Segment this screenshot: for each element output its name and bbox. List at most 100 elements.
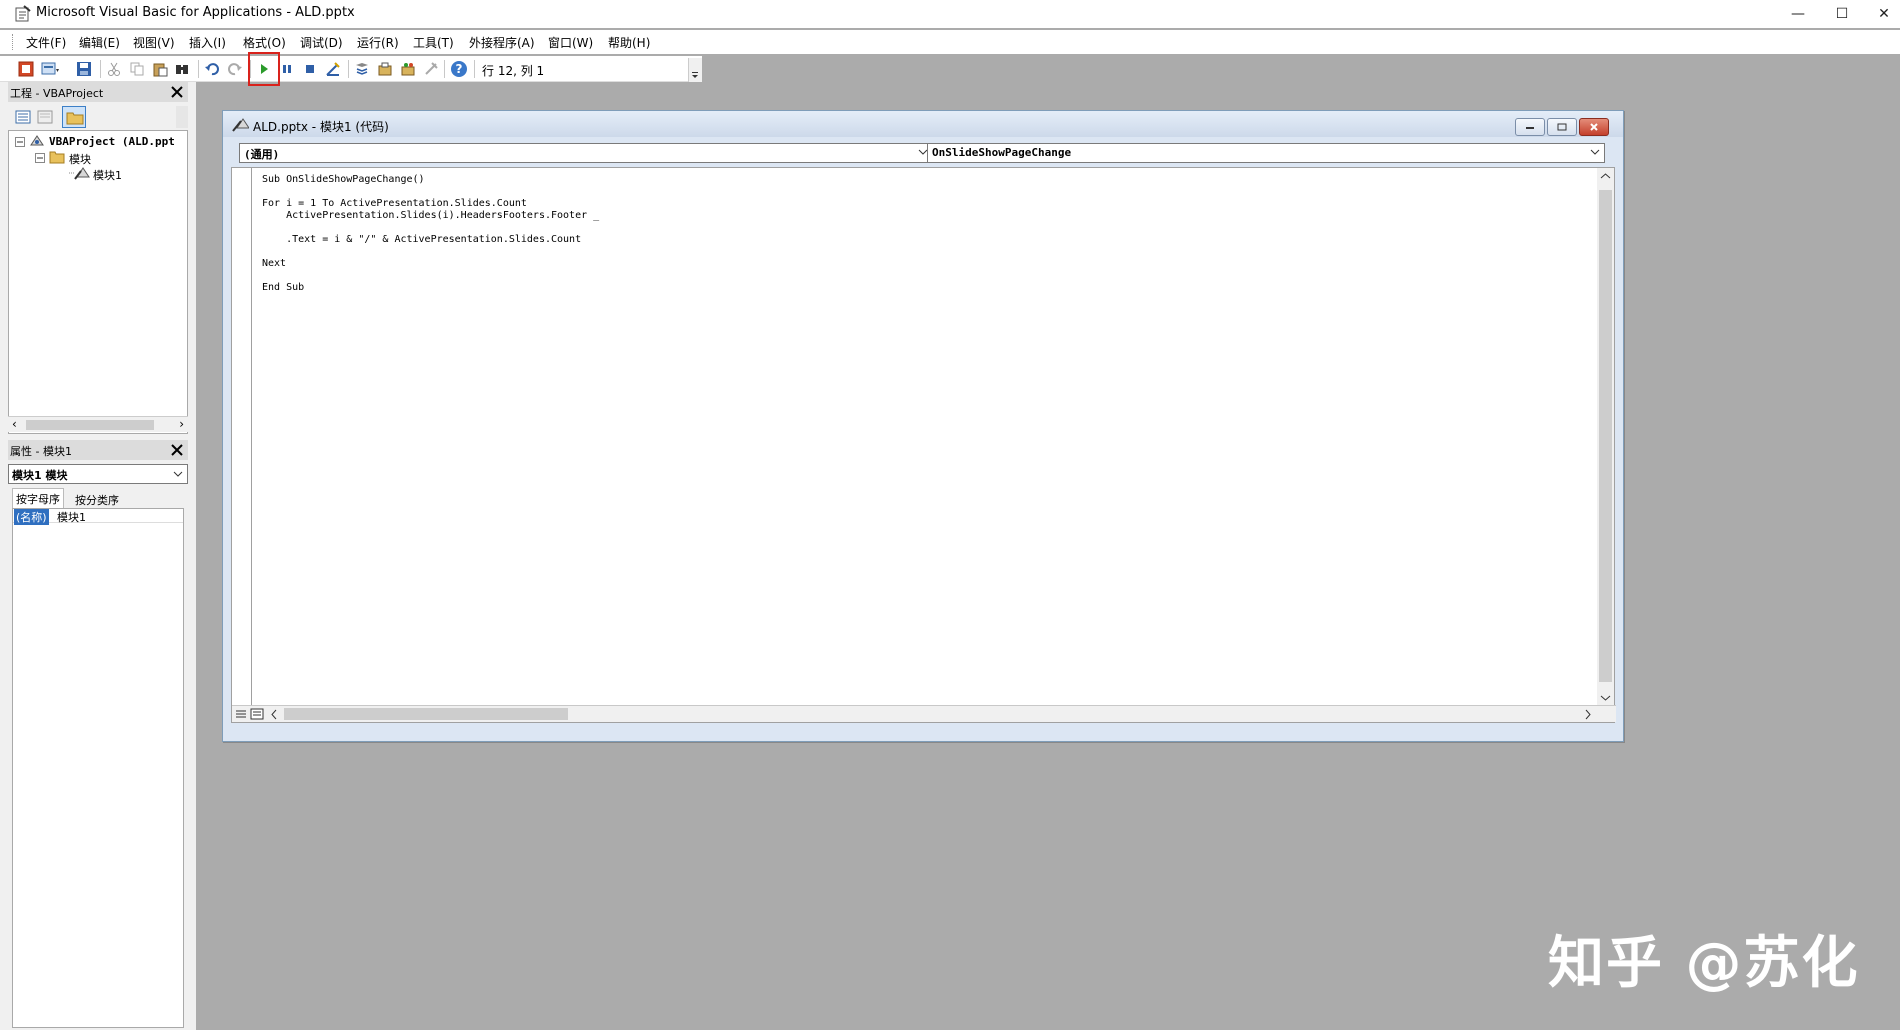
procedure-view-icon[interactable] — [234, 708, 248, 720]
cursor-position-readout: 行 12, 列 1 — [482, 64, 545, 78]
help-icon[interactable]: ? — [449, 59, 469, 79]
menu-file[interactable]: 文件(F) — [26, 34, 66, 51]
code-line[interactable]: End Sub — [262, 282, 304, 293]
full-module-view-icon[interactable] — [250, 708, 264, 720]
object-dropdown-value: (通用) — [244, 148, 280, 161]
menu-format[interactable]: 格式(O) — [243, 34, 286, 51]
pane-toolbar-overflow[interactable] — [176, 106, 188, 128]
property-row[interactable]: (名称) 模块1 — [13, 509, 183, 525]
scroll-right-icon[interactable]: › — [179, 417, 184, 431]
project-pane-title: 工程 - VBAProject — [10, 87, 104, 100]
tab-categorized-label: 按分类序 — [75, 494, 119, 507]
scroll-thumb[interactable] — [1599, 190, 1612, 682]
menu-grip[interactable] — [12, 34, 15, 50]
menu-run[interactable]: 运行(R) — [357, 34, 399, 51]
save-icon[interactable] — [74, 59, 94, 79]
break-icon[interactable] — [277, 59, 297, 79]
menu-insert[interactable]: 插入(I) — [189, 34, 226, 51]
tab-alphabetic-label: 按字母序 — [16, 493, 60, 506]
menu-addins[interactable]: 外接程序(A) — [469, 34, 535, 51]
collapse-icon[interactable] — [15, 137, 25, 147]
code-horizontal-scrollbar[interactable] — [232, 705, 1616, 722]
code-window-restore-button[interactable] — [1547, 118, 1577, 136]
view-code-icon[interactable] — [14, 108, 32, 126]
view-object-icon[interactable] — [36, 108, 54, 126]
scroll-thumb[interactable] — [26, 420, 154, 430]
scroll-down-icon[interactable] — [1600, 694, 1611, 702]
maximize-button[interactable]: ☐ — [1820, 0, 1864, 28]
code-line[interactable]: ActivePresentation.Slides(i).HeadersFoot… — [262, 210, 599, 221]
procedure-dropdown-value: OnSlideShowPageChange — [932, 146, 1072, 159]
run-button-highlight — [248, 52, 280, 86]
reset-icon[interactable] — [300, 59, 320, 79]
code-window-minimize-button[interactable] — [1515, 118, 1545, 136]
close-icon[interactable] — [168, 83, 186, 101]
scroll-left-icon[interactable] — [270, 709, 278, 720]
vba-app-icon — [15, 5, 31, 22]
title-bar: Microsoft Visual Basic for Applications … — [0, 0, 1900, 28]
properties-object-select[interactable]: 模块1 模块 — [8, 464, 188, 484]
minimize-icon — [1526, 127, 1534, 129]
code-line[interactable]: Next — [262, 258, 286, 269]
properties-pane-header: 属性 - 模块1 — [8, 440, 188, 460]
scroll-up-icon[interactable] — [1600, 172, 1611, 180]
chevron-down-icon — [173, 471, 183, 477]
menu-bar: 文件(F) 编辑(E) 视图(V) 插入(I) 格式(O) 调试(D) 运行(R… — [0, 30, 1900, 54]
code-line[interactable]: Sub OnSlideShowPageChange() — [262, 174, 425, 185]
menu-help[interactable]: 帮助(H) — [608, 34, 650, 51]
procedure-dropdown[interactable]: OnSlideShowPageChange — [927, 143, 1605, 163]
svg-text:?: ? — [456, 62, 463, 76]
project-tree: VBAProject (ALD.ppt 模块 模块1 — [8, 130, 188, 434]
property-value[interactable]: 模块1 — [57, 509, 86, 525]
object-dropdown[interactable]: (通用) — [239, 143, 933, 163]
toolbox-icon[interactable] — [421, 59, 441, 79]
insert-module-icon[interactable] — [40, 59, 60, 79]
minimize-button[interactable]: — — [1776, 0, 1820, 28]
close-button[interactable]: ✕ — [1862, 0, 1900, 28]
code-window-close-button[interactable] — [1579, 118, 1609, 136]
project-pane-toolbar — [8, 104, 188, 130]
cut-icon[interactable] — [104, 59, 124, 79]
code-window-titlebar[interactable]: ALD.pptx - 模块1 (代码) — [223, 111, 1623, 137]
tree-node-module1[interactable]: 模块1 — [93, 167, 122, 183]
properties-window-icon[interactable] — [375, 59, 395, 79]
copy-icon[interactable] — [127, 59, 147, 79]
property-name: (名称) — [14, 509, 49, 525]
toggle-folders-button[interactable] — [62, 106, 86, 128]
scroll-right-icon[interactable] — [1584, 709, 1592, 720]
project-tree-hscroll[interactable]: ‹ › — [8, 416, 188, 432]
menu-view[interactable]: 视图(V) — [133, 34, 175, 51]
design-mode-icon[interactable] — [323, 59, 343, 79]
module-icon — [232, 118, 249, 132]
paste-icon[interactable] — [150, 59, 170, 79]
menu-debug[interactable]: 调试(D) — [300, 34, 343, 51]
collapse-icon[interactable] — [35, 153, 45, 163]
object-browser-icon[interactable] — [398, 59, 418, 79]
standard-toolbar: ? 行 12, 列 1 — [0, 56, 702, 82]
code-line[interactable]: For i = 1 To ActivePresentation.Slides.C… — [262, 198, 527, 209]
menu-edit[interactable]: 编辑(E) — [79, 34, 120, 51]
menu-tools[interactable]: 工具(T) — [413, 34, 454, 51]
scroll-thumb[interactable] — [284, 708, 568, 720]
view-powerpoint-icon[interactable] — [16, 59, 36, 79]
code-vertical-scrollbar[interactable] — [1597, 168, 1614, 708]
chevron-down-icon — [1590, 149, 1600, 155]
tree-node-vbaproject[interactable]: VBAProject (ALD.ppt — [49, 135, 175, 148]
tab-alphabetic[interactable]: 按字母序 — [12, 488, 64, 508]
window-title: Microsoft Visual Basic for Applications … — [36, 5, 355, 20]
code-line[interactable]: .Text = i & "/" & ActivePresentation.Sli… — [262, 234, 581, 245]
scroll-left-icon[interactable]: ‹ — [12, 417, 17, 431]
properties-object-value: 模块1 模块 — [12, 469, 68, 482]
code-margin[interactable] — [232, 168, 252, 708]
code-editor[interactable]: Sub OnSlideShowPageChange() For i = 1 To… — [231, 167, 1616, 723]
close-icon[interactable] — [168, 441, 186, 459]
vbaproject-icon — [30, 135, 44, 146]
project-explorer-icon[interactable] — [352, 59, 372, 79]
folder-icon — [66, 112, 84, 125]
redo-icon[interactable] — [225, 59, 245, 79]
menu-window[interactable]: 窗口(W) — [548, 34, 593, 51]
undo-icon[interactable] — [202, 59, 222, 79]
toolbar-overflow-button[interactable] — [688, 58, 702, 82]
tab-categorized[interactable]: 按分类序 — [68, 490, 124, 508]
find-icon[interactable] — [172, 59, 192, 79]
